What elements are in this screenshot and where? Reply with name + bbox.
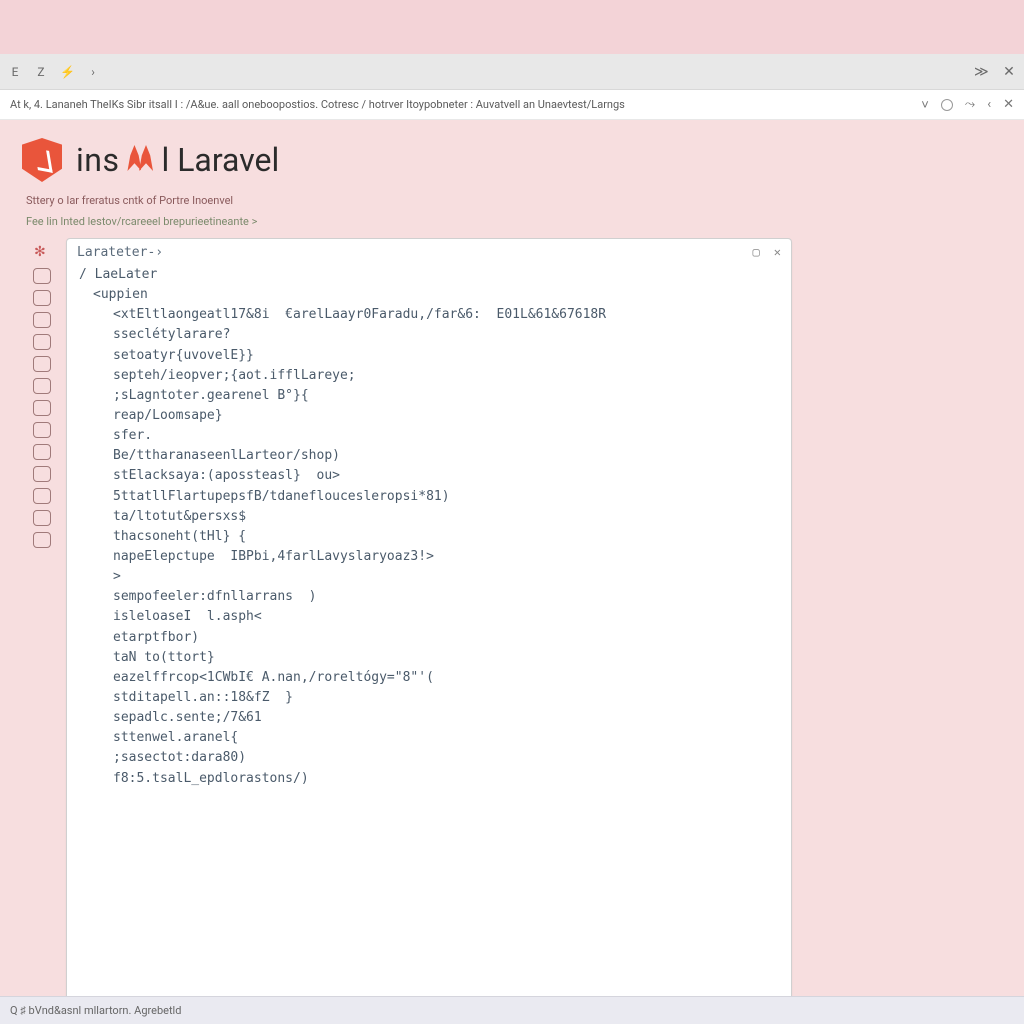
rail-icon-1[interactable] xyxy=(33,268,51,284)
code-line: 5ttatllFlartupepsfB/tdanefloucesleropsi*… xyxy=(79,487,779,507)
tab-overflow-icon[interactable]: ≫ xyxy=(974,64,988,80)
tab-glyph-1[interactable]: Z xyxy=(34,65,48,79)
laravel-shield-icon xyxy=(22,138,62,182)
code-line: Be/ttharanaseenlLarteor/shop) xyxy=(79,446,779,466)
code-line: sseclétylarare? xyxy=(79,325,779,345)
rail-icon-13[interactable] xyxy=(33,532,51,548)
addr-reload-icon[interactable] xyxy=(941,99,953,111)
code-line: <xtEltlaongeatl17&8i €arelLaayr0Faradu,/… xyxy=(79,305,779,325)
rail-icon-9[interactable] xyxy=(33,444,51,460)
title-left: ins xyxy=(76,141,119,179)
editor-close-icon[interactable]: ✕ xyxy=(774,245,781,259)
editor-maximize-icon[interactable]: ▢ xyxy=(753,245,760,259)
rail-icon-10[interactable] xyxy=(33,466,51,482)
code-line: / LaeLater xyxy=(79,265,779,285)
code-line: f8:5.tsalL_epdlorastons/) xyxy=(79,769,779,789)
addr-share-icon[interactable]: ⤳ xyxy=(965,97,975,112)
status-text: Q ♯ bVnd&asnl mllartorn. Agrebetld xyxy=(10,1004,181,1017)
code-line: sepadlc.sente;/7&61 xyxy=(79,708,779,728)
window-top-spacer xyxy=(0,0,1024,54)
code-line: setoatyr{uvovelE}} xyxy=(79,346,779,366)
code-line: etarptfbor) xyxy=(79,628,779,648)
addr-back-icon[interactable]: ‹ xyxy=(987,97,991,112)
addr-close-icon[interactable]: ✕ xyxy=(1003,97,1014,112)
rail-icon-6[interactable] xyxy=(33,378,51,394)
editor-prompt: Larateter-› xyxy=(77,245,163,260)
tab-glyph-2[interactable]: ⚡ xyxy=(60,65,74,79)
code-line: septeh/ieopver;{aot.ifflLareye; xyxy=(79,366,779,386)
breadcrumb[interactable]: Fee lin lnted lestov/rcareeel brepurieet… xyxy=(0,213,1024,238)
code-line: eazelffrcop<1CWbI€ A.nan,/roreltógy="8"'… xyxy=(79,668,779,688)
rail-icon-4[interactable] xyxy=(33,334,51,350)
address-bar: At k, 4. Lananeh TheIKs Sibr itsall I : … xyxy=(0,90,1024,120)
rail-icon-12[interactable] xyxy=(33,510,51,526)
code-line: stElacksaya:(apossteasl} ou> xyxy=(79,466,779,486)
page-title: ins l Laravel xyxy=(76,141,279,179)
code-line: <uppien xyxy=(79,285,779,305)
code-line: reap/Loomsape} xyxy=(79,406,779,426)
status-bar: Q ♯ bVnd&asnl mllartorn. Agrebetld xyxy=(0,996,1024,1024)
code-line: taN to(ttort} xyxy=(79,648,779,668)
page-header: ins l Laravel xyxy=(0,120,1024,190)
code-line: thacsoneht(tHl} { xyxy=(79,527,779,547)
side-rail xyxy=(0,238,60,1024)
intro-text: Sttery o Iar freratus cntk of Portre Ino… xyxy=(0,190,1024,213)
laravel-flame-icon xyxy=(125,143,155,171)
browser-tab-bar: E Z ⚡ › ≫ ✕ xyxy=(0,54,1024,90)
workspace: Larateter-› ▢ ✕ / LaeLater<uppien<xtEltl… xyxy=(0,238,1024,1024)
rail-icon-8[interactable] xyxy=(33,422,51,438)
rail-icon-11[interactable] xyxy=(33,488,51,504)
editor-body[interactable]: / LaeLater<uppien<xtEltlaongeatl17&8i €a… xyxy=(67,265,791,1023)
rail-icon-3[interactable] xyxy=(33,312,51,328)
code-line: isleloaseI l.asph< xyxy=(79,607,779,627)
code-line: ta/ltotut&persxs$ xyxy=(79,507,779,527)
code-line: napeElepctupe IBPbi,4farlLavyslaryoaz3!> xyxy=(79,547,779,567)
tab-forward-icon[interactable]: › xyxy=(86,65,100,79)
rail-icon-0[interactable] xyxy=(33,246,51,262)
window-close-icon[interactable]: ✕ xyxy=(1002,64,1016,80)
rail-icon-2[interactable] xyxy=(33,290,51,306)
page-content: ins l Laravel Sttery o Iar freratus cntk… xyxy=(0,120,1024,1024)
code-line: stditapell.an::18&fZ } xyxy=(79,688,779,708)
title-right: l Laravel xyxy=(161,141,279,179)
code-line: > xyxy=(79,567,779,587)
code-editor-panel: Larateter-› ▢ ✕ / LaeLater<uppien<xtEltl… xyxy=(66,238,792,1024)
address-text[interactable]: At k, 4. Lananeh TheIKs Sibr itsall I : … xyxy=(10,98,625,111)
tab-glyph-0[interactable]: E xyxy=(8,65,22,79)
code-line: ;sLagntoter.gearenel B°}{ xyxy=(79,386,779,406)
addr-dropdown-icon[interactable]: ˅ xyxy=(921,97,929,113)
rail-icon-7[interactable] xyxy=(33,400,51,416)
code-line: ;sasectot:dara80) xyxy=(79,748,779,768)
code-line: sttenwel.aranel{ xyxy=(79,728,779,748)
code-line: sfer. xyxy=(79,426,779,446)
code-line: sempofeeler:dfnllarrans ) xyxy=(79,587,779,607)
rail-icon-5[interactable] xyxy=(33,356,51,372)
editor-title-bar: Larateter-› ▢ ✕ xyxy=(67,239,791,265)
